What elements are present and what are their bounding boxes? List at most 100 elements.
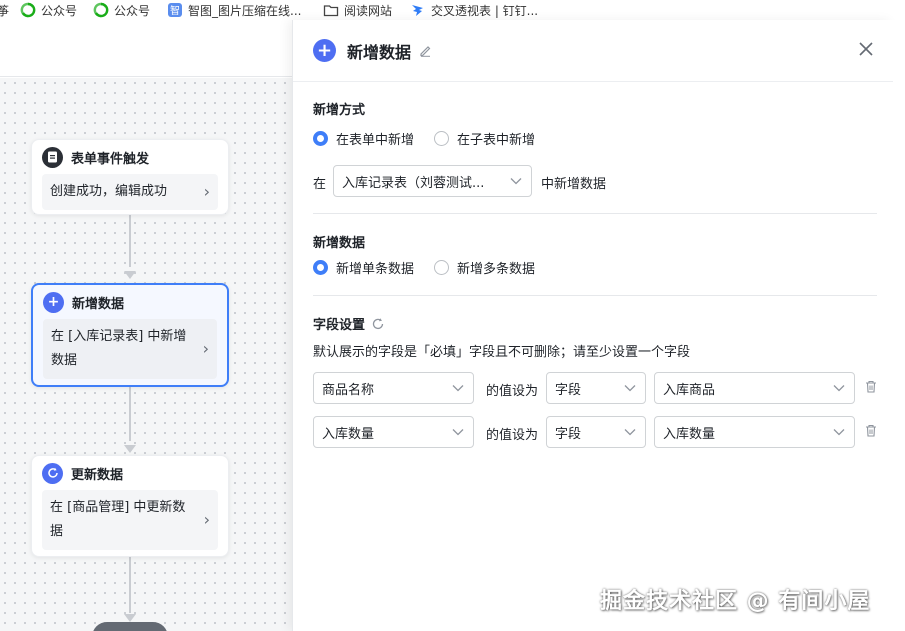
add-mode-radio-group: 在表单中新增 在子表中新增 (313, 129, 535, 148)
radio-add-in-form[interactable]: 在表单中新增 (313, 129, 414, 148)
target-table-select[interactable]: 入库记录表（刘蓉测试... (333, 165, 532, 197)
chevron-down-icon (623, 425, 637, 439)
select-value: 字段 (555, 426, 582, 442)
select-value: 入库商品 (663, 382, 716, 398)
radio-add-multiple[interactable]: 新增多条数据 (434, 258, 535, 277)
radio-unchecked-icon (434, 260, 450, 275)
close-icon[interactable] (856, 40, 876, 60)
radio-label: 新增多条数据 (457, 262, 536, 277)
dingtalk-icon (410, 2, 426, 18)
panel-header: + 新增数据 (293, 20, 894, 82)
plus-icon: + (43, 291, 64, 313)
add-data-radio-group: 新增单条数据 新增多条数据 (313, 258, 535, 277)
radio-checked-icon (313, 260, 328, 275)
field-settings-description: 默认展示的字段是「必填」字段且不可删除；请至少设置一个字段 (313, 345, 691, 360)
node-summary-text: 在 [入库记录表] 中新增数据 (51, 329, 187, 368)
chevron-down-icon (509, 174, 523, 188)
flow-end-node[interactable] (92, 622, 168, 631)
svg-text:智: 智 (170, 4, 180, 17)
bookmark-item[interactable]: 公众号 (93, 0, 150, 20)
panel-title: 新增数据 (347, 42, 412, 62)
select-value: 入库数量 (322, 426, 375, 442)
field-select[interactable]: 入库数量 (313, 416, 474, 448)
watermark: 掘金技术社区 @ 有间小屋 (600, 589, 871, 614)
node-title: 表单事件触发 (71, 151, 150, 167)
node-summary-text: 在 [商品管理] 中更新数据 (50, 500, 186, 539)
flow-connector (129, 387, 131, 441)
chevron-right-icon: › (203, 182, 210, 201)
flow-node-trigger[interactable]: 表单事件触发 创建成功，编辑成功 › (31, 139, 229, 215)
field-settings-header: 字段设置 (313, 314, 385, 333)
wechat-mp-icon (20, 2, 36, 18)
trash-icon[interactable] (864, 380, 878, 396)
target-table-suffix: 中新增数据 (541, 177, 607, 192)
node-config-panel: + 新增数据 新增方式 在表单中新增 在子表中新增 在 入库记录表（刘蓉测试..… (292, 20, 894, 631)
radio-checked-icon (313, 131, 328, 146)
select-value: 入库数量 (663, 426, 716, 442)
trash-icon[interactable] (864, 424, 878, 440)
add-mode-title: 新增方式 (313, 103, 366, 118)
target-table-prefix: 在 (313, 177, 327, 192)
flow-arrow (124, 614, 136, 622)
bookmark-label: 阅读网站 (344, 3, 393, 18)
bookmark-item[interactable]: 智 智图_图片压缩在线... (167, 0, 301, 20)
node-summary[interactable]: 创建成功，编辑成功 › (42, 174, 218, 210)
chevron-down-icon (832, 381, 846, 395)
radio-add-in-subtable[interactable]: 在子表中新增 (434, 129, 535, 148)
chevron-right-icon: › (203, 510, 210, 529)
page-scrollbar[interactable] (893, 20, 905, 631)
value-type-select[interactable]: 字段 (546, 416, 646, 448)
flow-connector (129, 215, 131, 267)
flow-node-add-data[interactable]: + 新增数据 在 [入库记录表] 中新增数据 › (31, 283, 229, 387)
folder-icon (323, 2, 339, 18)
radio-label: 新增单条数据 (336, 262, 415, 277)
radio-unchecked-icon (434, 131, 450, 146)
chevron-right-icon: › (202, 339, 209, 358)
select-value: 商品名称 (322, 382, 375, 398)
field-settings-title: 字段设置 (313, 318, 366, 333)
document-icon (42, 146, 63, 168)
value-field-select[interactable]: 入库数量 (654, 416, 855, 448)
select-value: 入库记录表（刘蓉测试... (342, 175, 485, 191)
value-set-label: 的值设为 (486, 384, 539, 399)
bookmark-label: 智图_图片压缩在线... (188, 3, 302, 18)
radio-add-single[interactable]: 新增单条数据 (313, 258, 414, 277)
edit-icon[interactable] (419, 44, 433, 58)
select-value: 字段 (555, 382, 582, 398)
node-title: 更新数据 (71, 467, 124, 483)
flow-node-update-data[interactable]: 更新数据 在 [商品管理] 中更新数据 › (31, 455, 229, 557)
value-set-label: 的值设为 (486, 428, 539, 443)
add-data-title: 新增数据 (313, 236, 366, 251)
node-summary[interactable]: 在 [商品管理] 中更新数据 › (42, 490, 218, 550)
plus-icon: + (313, 39, 336, 62)
value-field-select[interactable]: 入库商品 (654, 372, 855, 404)
field-select[interactable]: 商品名称 (313, 372, 474, 404)
flow-arrow (124, 445, 136, 453)
refresh-icon[interactable] (371, 317, 385, 331)
radio-label: 在表单中新增 (336, 133, 415, 148)
refresh-icon (42, 462, 63, 484)
section-divider (313, 213, 877, 214)
value-type-select[interactable]: 字段 (546, 372, 646, 404)
bookmark-item[interactable]: 阅读网站 (323, 0, 392, 20)
node-summary-text: 创建成功，编辑成功 (50, 184, 168, 199)
chevron-down-icon (623, 381, 637, 395)
section-divider (313, 295, 877, 296)
chevron-down-icon (832, 425, 846, 439)
bookmark-label: 公众号 (41, 3, 78, 18)
flow-arrow (124, 271, 136, 279)
bookmark-item[interactable]: 交叉透视表 | 钉钉... (410, 0, 538, 20)
zhitu-icon: 智 (167, 2, 183, 18)
bookmark-item[interactable]: 公众号 (20, 0, 77, 20)
bookmark-label: 公众号 (114, 3, 151, 18)
radio-label: 在子表中新增 (457, 133, 536, 148)
chevron-down-icon (451, 381, 465, 395)
node-title: 新增数据 (72, 296, 125, 312)
bookmarks-bar: 筝 公众号 公众号 智 智图_图片压缩在线... 阅读网站 交叉透视表 | 钉钉… (0, 0, 905, 20)
wechat-mp-icon (93, 2, 109, 18)
editor-toolbar (0, 20, 292, 77)
bookmark-partial[interactable]: 筝 (0, 0, 9, 20)
flow-connector (129, 557, 131, 613)
node-summary[interactable]: 在 [入库记录表] 中新增数据 › (43, 319, 217, 379)
chevron-down-icon (451, 425, 465, 439)
